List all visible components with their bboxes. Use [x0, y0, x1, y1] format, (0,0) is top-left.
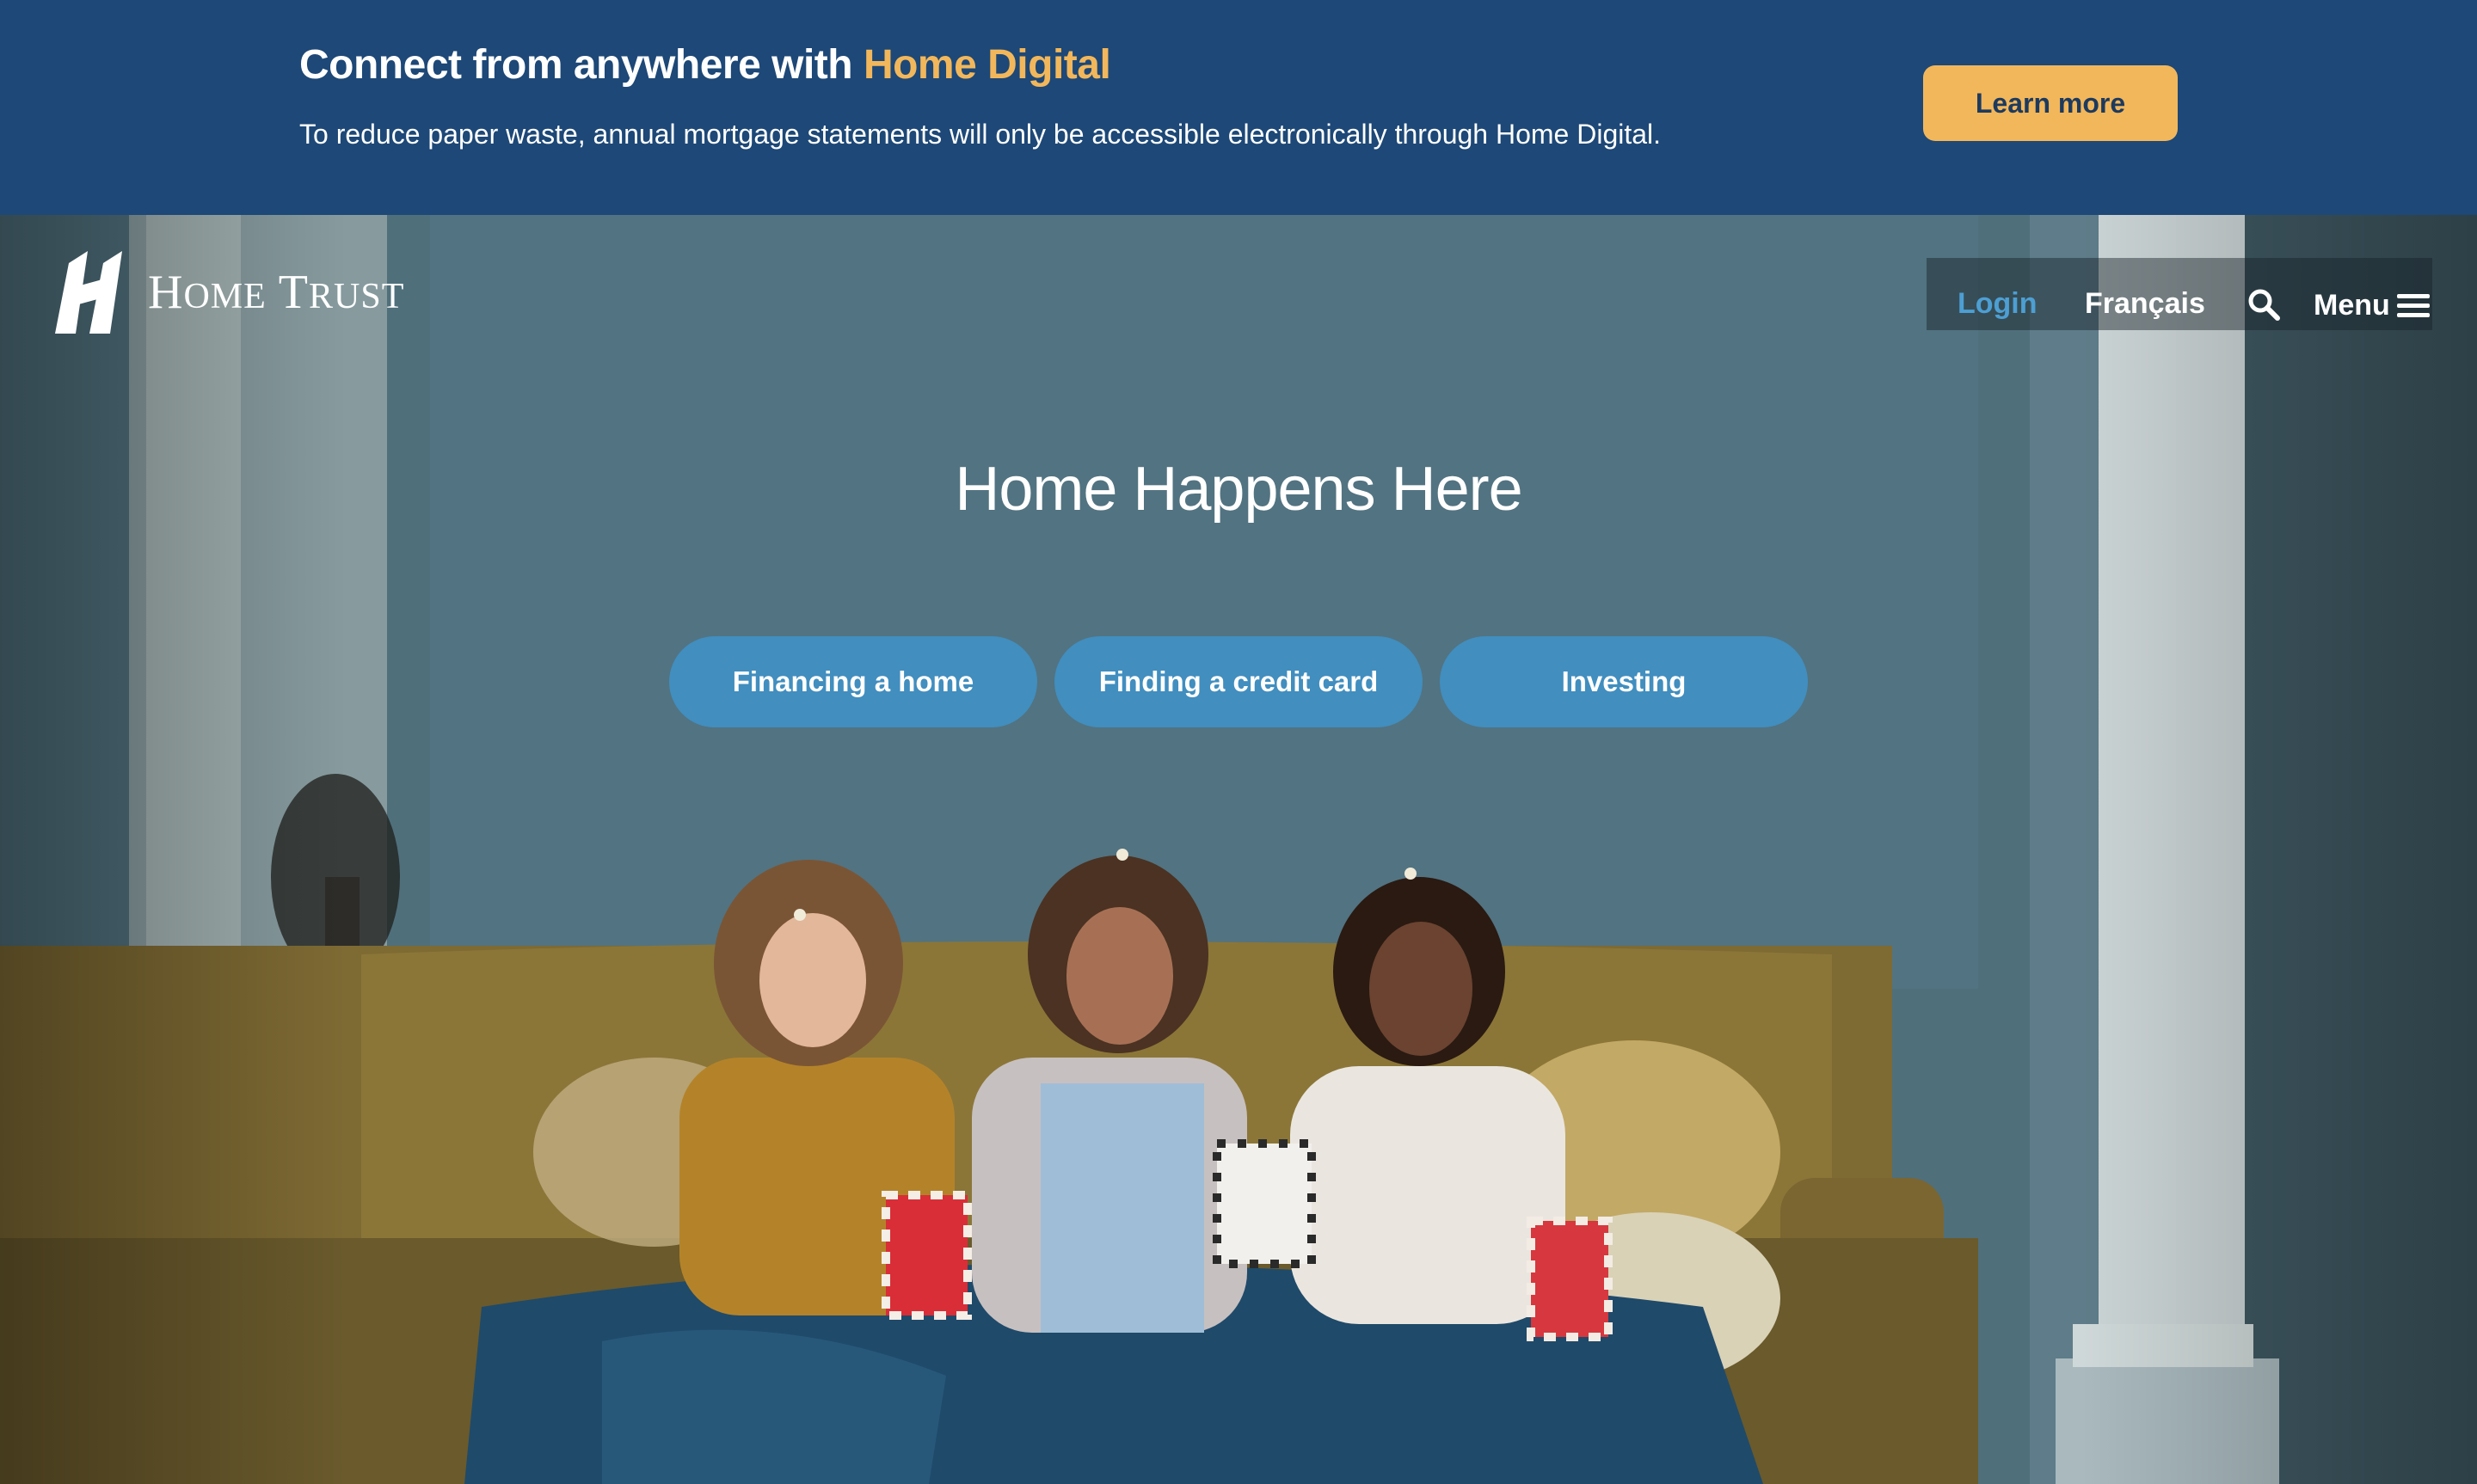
logo-letter-t: T [278, 266, 310, 319]
logo-word-home-rest: OME [183, 277, 267, 316]
menu-label: Menu [2314, 289, 2390, 322]
logo-letter-h: H [148, 266, 184, 319]
search-icon[interactable] [2247, 287, 2281, 322]
hero-section [0, 215, 2477, 1484]
banner-heading-highlight: Home Digital [863, 42, 1111, 88]
learn-more-button[interactable]: Learn more [1923, 65, 2178, 141]
home-trust-logo[interactable]: HOME TRUST [50, 251, 404, 334]
banner-heading-prefix: Connect from anywhere with [299, 42, 853, 88]
logo-wordmark: HOME TRUST [148, 265, 404, 320]
hero-shade [0, 215, 2477, 1484]
announcement-banner: Connect from anywhere with Home Digital … [0, 0, 2477, 215]
financing-a-home-button[interactable]: Financing a home [669, 636, 1037, 727]
banner-text: To reduce paper waste, annual mortgage s… [299, 119, 1662, 150]
banner-heading: Connect from anywhere with Home Digital [299, 41, 1111, 89]
logo-word-trust-rest: RUST [309, 277, 405, 316]
finding-a-credit-card-button[interactable]: Finding a credit card [1054, 636, 1423, 727]
investing-button[interactable]: Investing [1440, 636, 1808, 727]
language-toggle-link[interactable]: Français [2085, 287, 2205, 321]
home-trust-logo-icon [55, 251, 122, 334]
hero-title: Home Happens Here [955, 455, 1522, 524]
menu-button[interactable]: Menu [2314, 289, 2430, 322]
login-link[interactable]: Login [1958, 287, 2038, 321]
hamburger-menu-icon [2396, 293, 2430, 317]
